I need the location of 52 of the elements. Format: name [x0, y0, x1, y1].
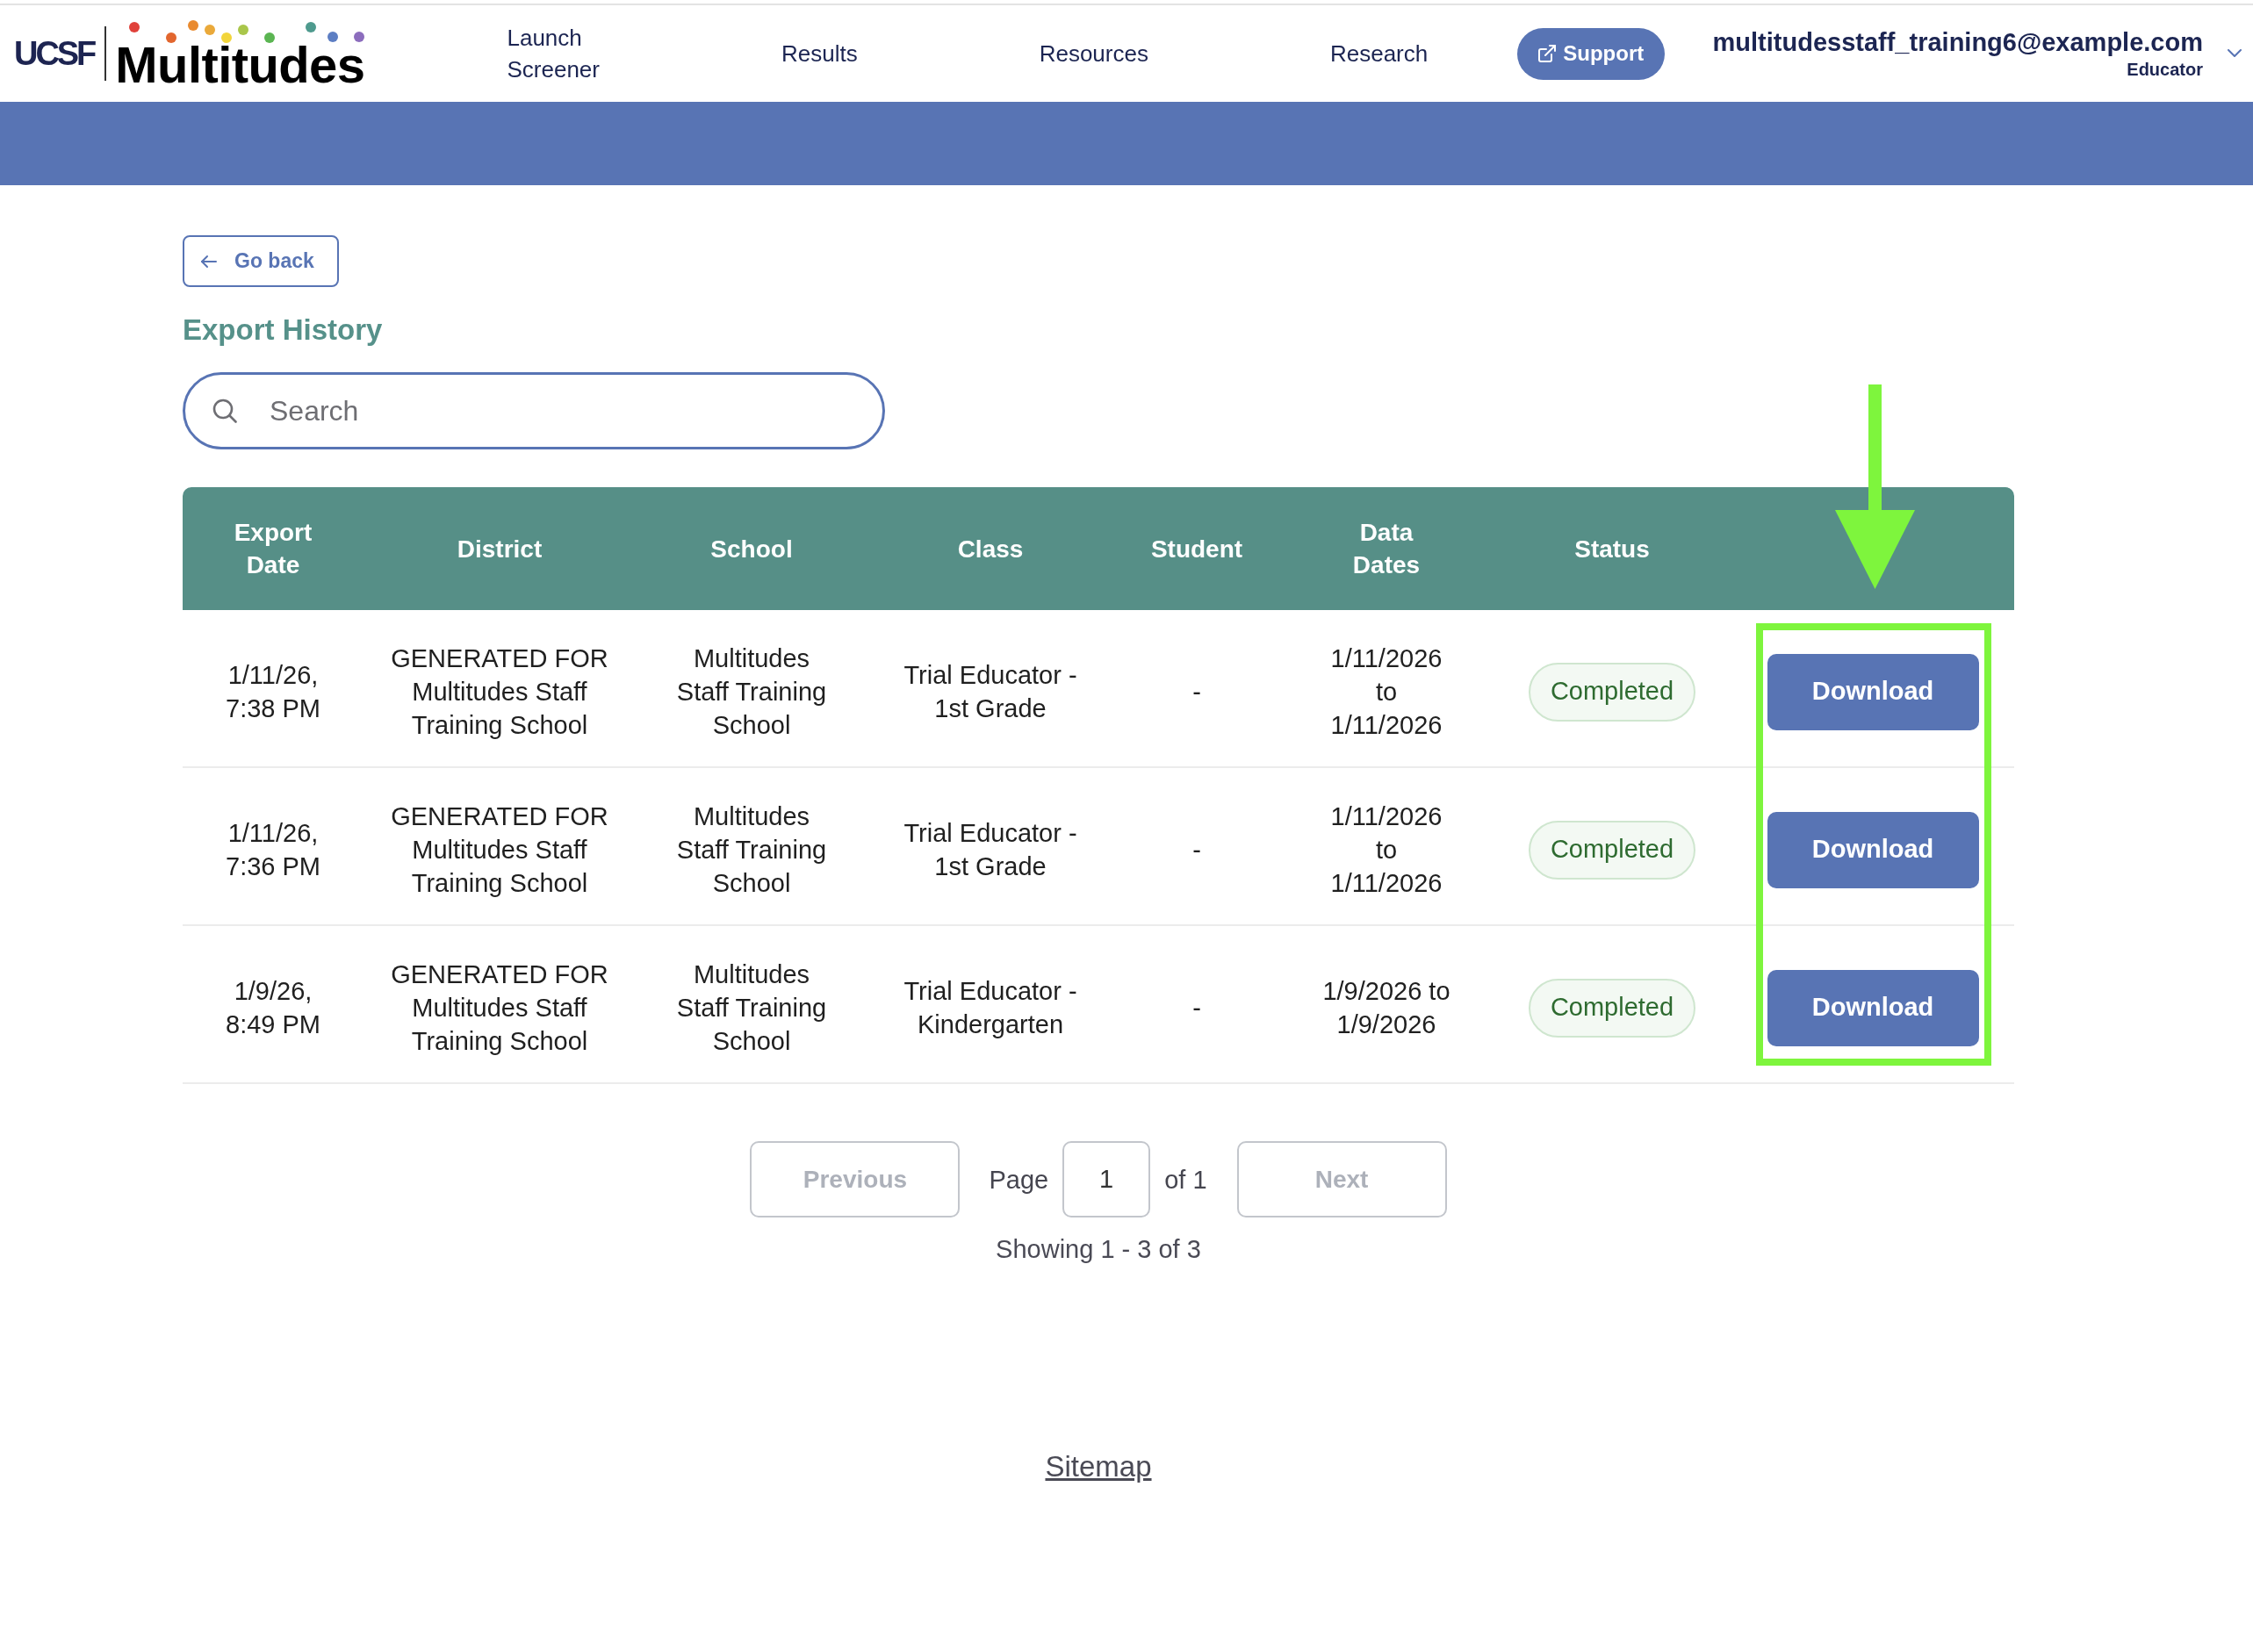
logo-wordmark: Multitudes — [115, 43, 365, 87]
user-role: Educator — [2127, 59, 2203, 81]
ucsf-logo-text: UCSF — [14, 36, 95, 71]
page-label: Page — [989, 1164, 1049, 1196]
user-email: multitudesstaff_training6@example.com — [1712, 27, 2203, 58]
download-button[interactable]: Download — [1767, 653, 1979, 730]
page-count-label: of 1 — [1164, 1164, 1207, 1196]
table-cell-text: 1/11/2026 to 1/11/2026 — [1329, 801, 1443, 899]
status-badge: Completed — [1528, 978, 1696, 1038]
footer-link[interactable]: Sitemap — [1045, 1447, 1152, 1486]
column-header: Status — [1574, 534, 1650, 564]
table-cell-text: 1/9/26, 8:49 PM — [225, 976, 321, 1040]
column-header: Student — [1150, 534, 1243, 564]
support-button[interactable]: Support — [1517, 27, 1666, 80]
download-button[interactable]: Download — [1767, 811, 1979, 888]
table-cell-text: GENERATED FOR Multitudes Staff Training School — [390, 643, 609, 741]
table-cell-text: Trial Educator - 1st Grade — [903, 818, 1078, 882]
search-icon — [212, 399, 237, 423]
nav-link[interactable]: Results — [781, 38, 858, 69]
table-cell-text: - — [1192, 835, 1201, 866]
nav-link[interactable]: Launch Screener — [507, 22, 600, 85]
status-badge: Completed — [1528, 820, 1696, 880]
table-cell-text: - — [1192, 677, 1201, 707]
page-input[interactable]: 1 — [1062, 1141, 1151, 1217]
back-button[interactable]: Go back — [183, 235, 339, 287]
status-badge: Completed — [1528, 662, 1696, 722]
search-field[interactable]: Search — [183, 372, 885, 449]
table-cell-text: Trial Educator - Kindergarten — [903, 976, 1078, 1040]
table-cell-text: Multitudes Staff Training School — [675, 959, 828, 1057]
results-summary: Showing 1 - 3 of 3 — [996, 1234, 1201, 1265]
nav-link[interactable]: Resources — [1039, 38, 1148, 69]
table-cell-text: Trial Educator - 1st Grade — [903, 660, 1078, 724]
column-header: Data Dates — [1351, 518, 1422, 580]
external-link-icon — [1538, 45, 1557, 62]
table-cell-text: - — [1192, 993, 1201, 1024]
download-button[interactable]: Download — [1767, 969, 1979, 1046]
column-header: School — [710, 534, 793, 564]
table-cell-text: 1/11/26, 7:38 PM — [225, 660, 321, 724]
table-cell-text: GENERATED FOR Multitudes Staff Training School — [390, 959, 609, 1057]
nav-link[interactable]: Research — [1329, 38, 1429, 69]
table-cell-text: GENERATED FOR Multitudes Staff Training School — [390, 801, 609, 899]
table-cell-text: Multitudes Staff Training School — [675, 643, 828, 741]
chevron-down-icon[interactable] — [2228, 49, 2242, 58]
column-header: District — [457, 534, 543, 564]
column-header: Class — [957, 534, 1024, 564]
table-cell-text: 1/9/2026 to 1/9/2026 — [1321, 976, 1451, 1040]
page-title: Export History — [183, 312, 383, 348]
table-cell-text: 1/11/26, 7:36 PM — [225, 818, 321, 882]
table-cell-text: Multitudes Staff Training School — [675, 801, 828, 899]
column-header: Export Date — [233, 518, 313, 580]
table-cell-text: 1/11/2026 to 1/11/2026 — [1329, 643, 1443, 741]
arrow-left-icon — [200, 254, 217, 269]
